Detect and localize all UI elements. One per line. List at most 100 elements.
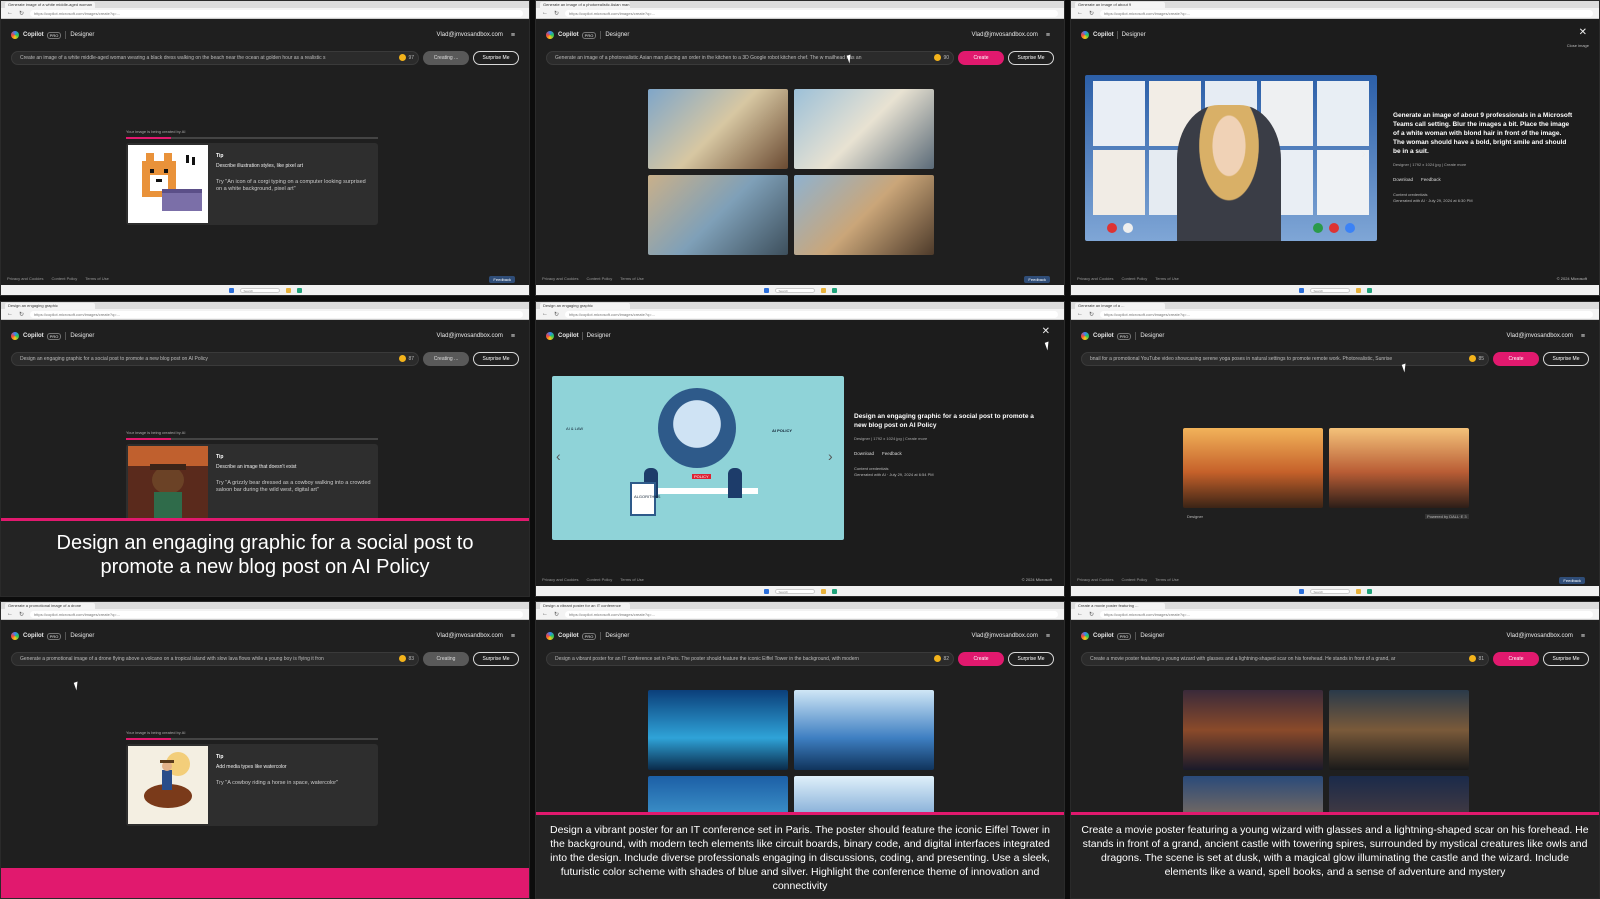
browser-tab[interactable]: Generate an image of about 9 bbox=[1075, 1, 1165, 8]
url-field[interactable]: https://copilot.microsoft.com/images/cre… bbox=[565, 9, 1058, 17]
browser-tab[interactable]: Create a movie poster featuring ... bbox=[1075, 602, 1165, 609]
url-field[interactable]: https://copilot.microsoft.com/images/cre… bbox=[1100, 610, 1593, 618]
refresh-icon[interactable]: ↻ bbox=[1089, 10, 1094, 17]
taskbar-search[interactable]: Search bbox=[774, 588, 815, 594]
prompt-input[interactable]: Design a vibrant poster for an IT confer… bbox=[546, 652, 954, 666]
prompt-input[interactable]: Create an image of a white middle-aged w… bbox=[11, 51, 419, 65]
result-image[interactable] bbox=[648, 175, 788, 255]
surprise-me-button[interactable]: Surprise Me bbox=[473, 352, 519, 366]
hamburger-menu-icon[interactable]: ≡ bbox=[511, 633, 515, 640]
result-image[interactable] bbox=[1329, 428, 1469, 508]
back-arrow-icon[interactable]: ← bbox=[1077, 10, 1083, 16]
url-field[interactable]: https://copilot.microsoft.com/images/cre… bbox=[1100, 310, 1593, 318]
taskbar-search[interactable]: Search bbox=[1309, 588, 1350, 594]
url-field[interactable]: https://copilot.microsoft.com/images/cre… bbox=[565, 610, 1058, 618]
hamburger-menu-icon[interactable]: ≡ bbox=[1046, 633, 1050, 640]
windows-start-icon[interactable] bbox=[763, 287, 769, 293]
create-button[interactable]: Create bbox=[958, 51, 1004, 65]
footer-content-policy[interactable]: Content Policy bbox=[586, 577, 612, 582]
browser-tab[interactable]: Generate a promotional image of a drone bbox=[5, 602, 95, 609]
back-arrow-icon[interactable]: ← bbox=[542, 611, 548, 617]
account-email[interactable]: Vlad@jmvosandbox.com bbox=[436, 333, 502, 339]
hamburger-menu-icon[interactable]: ≡ bbox=[1581, 633, 1585, 640]
teams-call-image[interactable] bbox=[1085, 75, 1377, 241]
surprise-me-button[interactable]: Surprise Me bbox=[1543, 652, 1589, 666]
footer-content-policy[interactable]: Content Policy bbox=[51, 276, 77, 281]
hamburger-menu-icon[interactable]: ≡ bbox=[1581, 333, 1585, 340]
back-arrow-icon[interactable]: ← bbox=[7, 611, 13, 617]
windows-start-icon[interactable] bbox=[1298, 588, 1304, 594]
hamburger-menu-icon[interactable]: ≡ bbox=[511, 32, 515, 39]
prompt-input[interactable]: bnail for a promotional YouTube video sh… bbox=[1081, 352, 1489, 366]
footer-terms[interactable]: Terms of Use bbox=[1155, 577, 1179, 582]
refresh-icon[interactable]: ↻ bbox=[554, 10, 559, 17]
surprise-me-button[interactable]: Surprise Me bbox=[473, 652, 519, 666]
result-image[interactable] bbox=[1183, 690, 1323, 770]
back-arrow-icon[interactable]: ← bbox=[542, 10, 548, 16]
refresh-icon[interactable]: ↻ bbox=[19, 311, 24, 318]
footer-content-policy[interactable]: Content Policy bbox=[1121, 276, 1147, 281]
url-field[interactable]: https://copilot.microsoft.com/images/cre… bbox=[565, 310, 1058, 318]
footer-privacy[interactable]: Privacy and Cookies bbox=[542, 577, 578, 582]
windows-start-icon[interactable] bbox=[1298, 287, 1304, 293]
taskbar-search[interactable]: Search bbox=[239, 287, 280, 293]
account-email[interactable]: Vlad@jmvosandbox.com bbox=[436, 633, 502, 639]
footer-terms[interactable]: Terms of Use bbox=[620, 577, 644, 582]
folder-icon[interactable] bbox=[820, 287, 826, 293]
url-field[interactable]: https://copilot.microsoft.com/images/cre… bbox=[30, 9, 523, 17]
feedback-link[interactable]: Feedback bbox=[882, 449, 902, 458]
browser-icon[interactable] bbox=[296, 287, 302, 293]
taskbar-search[interactable]: Search bbox=[774, 287, 815, 293]
footer-privacy[interactable]: Privacy and Cookies bbox=[1077, 276, 1113, 281]
browser-tab[interactable]: Generate an image of a photorealistic As… bbox=[540, 1, 630, 8]
ai-policy-graphic[interactable]: AI POLICY POLICY AI & LAW ALGORITHMS bbox=[552, 376, 844, 540]
back-arrow-icon[interactable]: ← bbox=[7, 10, 13, 16]
footer-content-policy[interactable]: Content Policy bbox=[1121, 577, 1147, 582]
browser-tab[interactable]: Design a vibrant poster for an IT confer… bbox=[540, 602, 630, 609]
account-email[interactable]: Vlad@jmvosandbox.com bbox=[1506, 333, 1572, 339]
next-arrow-icon[interactable]: › bbox=[828, 448, 833, 464]
back-arrow-icon[interactable]: ← bbox=[1077, 311, 1083, 317]
folder-icon[interactable] bbox=[820, 588, 826, 594]
folder-icon[interactable] bbox=[1355, 588, 1361, 594]
download-button[interactable]: Download bbox=[1393, 175, 1413, 184]
result-image[interactable] bbox=[1183, 428, 1323, 508]
create-button[interactable]: Create bbox=[958, 652, 1004, 666]
feedback-link[interactable]: Feedback bbox=[1421, 175, 1441, 184]
result-image[interactable] bbox=[794, 690, 934, 770]
account-email[interactable]: Vlad@jmvosandbox.com bbox=[436, 32, 502, 38]
create-button[interactable]: Create bbox=[1493, 652, 1539, 666]
download-button[interactable]: Download bbox=[854, 449, 874, 458]
back-arrow-icon[interactable]: ← bbox=[1077, 611, 1083, 617]
footer-privacy[interactable]: Privacy and Cookies bbox=[1077, 577, 1113, 582]
next-arrow-icon[interactable]: › bbox=[1361, 145, 1366, 161]
prompt-input[interactable]: Design an engaging graphic for a social … bbox=[11, 352, 419, 366]
hamburger-menu-icon[interactable]: ≡ bbox=[511, 333, 515, 340]
feedback-button[interactable]: Feedback bbox=[489, 276, 515, 283]
url-field[interactable]: https://copilot.microsoft.com/images/cre… bbox=[1100, 9, 1593, 17]
prompt-input[interactable]: Generate a promotional image of a drone … bbox=[11, 652, 419, 666]
surprise-me-button[interactable]: Surprise Me bbox=[1008, 652, 1054, 666]
previous-arrow-icon[interactable]: ‹ bbox=[556, 448, 561, 464]
surprise-me-button[interactable]: Surprise Me bbox=[473, 51, 519, 65]
windows-start-icon[interactable] bbox=[228, 287, 234, 293]
footer-privacy[interactable]: Privacy and Cookies bbox=[542, 276, 578, 281]
browser-tab[interactable]: Design an engaging graphic bbox=[5, 302, 95, 309]
close-icon[interactable]: ✕ bbox=[1579, 27, 1587, 38]
browser-icon[interactable] bbox=[1366, 588, 1372, 594]
browser-tab[interactable]: Generate image of a white middle-aged wo… bbox=[5, 1, 95, 8]
account-email[interactable]: Vlad@jmvosandbox.com bbox=[971, 32, 1037, 38]
folder-icon[interactable] bbox=[285, 287, 291, 293]
browser-icon[interactable] bbox=[831, 588, 837, 594]
footer-privacy[interactable]: Privacy and Cookies bbox=[7, 276, 43, 281]
taskbar-search[interactable]: Search bbox=[1309, 287, 1350, 293]
footer-terms[interactable]: Terms of Use bbox=[1155, 276, 1179, 281]
footer-terms[interactable]: Terms of Use bbox=[85, 276, 109, 281]
back-arrow-icon[interactable]: ← bbox=[7, 311, 13, 317]
result-image[interactable] bbox=[648, 89, 788, 169]
browser-tab[interactable]: Generate an image of a ... bbox=[1075, 302, 1165, 309]
prompt-input[interactable]: Create a movie poster featuring a young … bbox=[1081, 652, 1489, 666]
refresh-icon[interactable]: ↻ bbox=[19, 10, 24, 17]
result-image[interactable] bbox=[794, 89, 934, 169]
create-button[interactable]: Creating ... bbox=[423, 352, 469, 366]
